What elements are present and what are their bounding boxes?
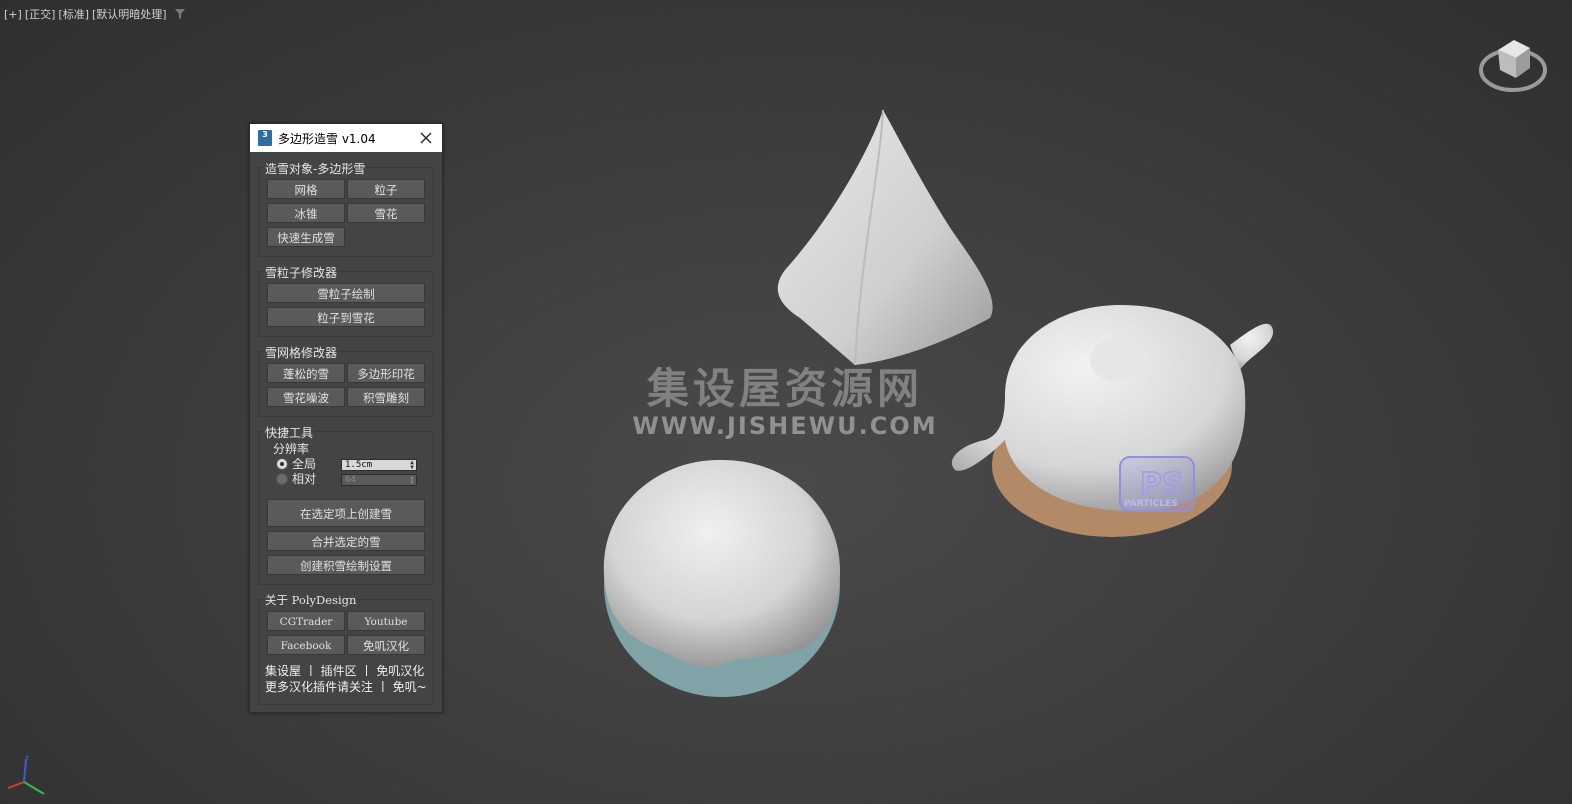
particles-button[interactable]: 粒子 <box>347 179 425 199</box>
particle-to-snowflake-button[interactable]: 粒子到雪花 <box>267 307 425 327</box>
viewport-scene[interactable]: PS PARTICLES <box>0 0 1572 804</box>
footer-links[interactable]: 集设屋 丨 插件区 丨 免叽汉化 <box>265 662 424 679</box>
group-create-title: 造雪对象-多边形雪 <box>264 160 367 177</box>
quick-snow-button[interactable]: 快速生成雪 <box>267 227 345 247</box>
panel-titlebar[interactable]: 3 多边形造雪 v1.04 <box>250 124 442 152</box>
poly-decal-button[interactable]: 多边形印花 <box>347 363 425 383</box>
group-mesh-modifiers: 雪网格修改器 蓬松的雪 多边形印花 雪花噪波 积雪雕刻 <box>258 344 434 417</box>
facebook-button[interactable]: Facebook <box>267 635 345 655</box>
icicle-button[interactable]: 冰锥 <box>267 203 345 223</box>
logo-subtext: PARTICLES <box>1124 499 1178 509</box>
group-particle-modifiers: 雪粒子修改器 雪粒子绘制 粒子到雪花 <box>258 264 434 337</box>
global-resolution-spinner[interactable]: 1.5cm ▲ ▼ <box>341 459 417 471</box>
spinner-arrows-icon[interactable]: ▲ ▼ <box>408 460 416 471</box>
polysnow-panel: 3 多边形造雪 v1.04 造雪对象-多边形雪 网格 粒子 冰锥 雪花 快速生成… <box>249 123 443 713</box>
merge-selected-snow-button[interactable]: 合并选定的雪 <box>267 531 425 551</box>
group-tools-title: 快捷工具 <box>264 424 315 441</box>
group-about-title: 关于 PolyDesign <box>264 592 358 608</box>
radio-relative-label: 相对 <box>292 472 317 486</box>
group-particle-title: 雪粒子修改器 <box>264 264 339 281</box>
svg-text:z: z <box>25 754 29 762</box>
logo-text: PS <box>1140 467 1184 502</box>
close-button[interactable] <box>416 128 436 148</box>
snow-sculpt-button[interactable]: 积雪雕刻 <box>347 387 425 407</box>
mesh-button[interactable]: 网格 <box>267 179 345 199</box>
close-icon <box>420 132 432 144</box>
relative-resolution-value: 64 <box>345 475 356 485</box>
ps-particles-logo: PS PARTICLES <box>1119 456 1195 512</box>
radio-global[interactable] <box>276 458 288 470</box>
global-resolution-value: 1.5cm <box>345 460 373 470</box>
axis-gizmo-icon: z <box>7 754 45 795</box>
create-snow-on-selection-button[interactable]: 在选定项上创建雪 <box>267 499 425 527</box>
fluffy-snow-button[interactable]: 蓬松的雪 <box>267 363 345 383</box>
group-quick-tools: 快捷工具 分辨率 全局 1.5cm ▲ ▼ 相对 64 ▲ ▼ 在选定项上创建雪 合… <box>258 424 434 585</box>
cgtrader-button[interactable]: CGTrader <box>267 611 345 631</box>
snowflake-button[interactable]: 雪花 <box>347 203 425 223</box>
snow-pyramid[interactable] <box>777 109 993 366</box>
snow-teapot[interactable] <box>951 305 1274 537</box>
radio-relative[interactable] <box>276 473 288 485</box>
youtube-button[interactable]: Youtube <box>347 611 425 631</box>
create-snow-paint-settings-button[interactable]: 创建积雪绘制设置 <box>267 555 425 575</box>
footer-follow: 更多汉化插件请关注 丨 免叽~ <box>265 680 427 694</box>
localization-button[interactable]: 免叽汉化 <box>347 635 425 655</box>
snow-noise-button[interactable]: 雪花噪波 <box>267 387 345 407</box>
group-create-snow: 造雪对象-多边形雪 网格 粒子 冰锥 雪花 快速生成雪 <box>258 160 434 257</box>
panel-title: 多边形造雪 v1.04 <box>278 131 376 146</box>
spinner-arrows-disabled-icon: ▲ ▼ <box>410 474 414 486</box>
viewcube-icon[interactable] <box>1476 28 1550 98</box>
snow-particle-paint-button[interactable]: 雪粒子绘制 <box>267 283 425 303</box>
relative-resolution-spinner[interactable]: 64 ▲ ▼ <box>341 474 417 486</box>
snow-sphere[interactable] <box>603 459 841 697</box>
3dsmax-icon: 3 <box>258 130 272 146</box>
group-mesh-title: 雪网格修改器 <box>264 344 339 361</box>
